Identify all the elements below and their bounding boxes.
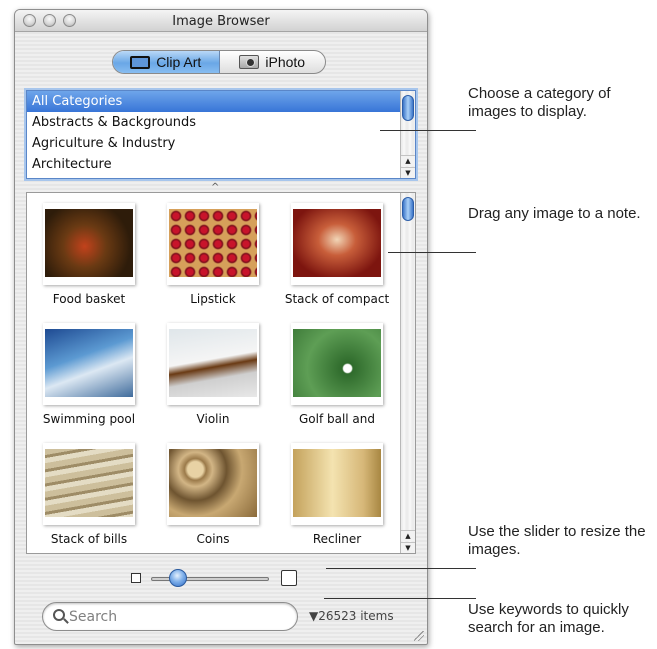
image-item-stack-of-compact[interactable]: Stack of compact	[275, 197, 399, 317]
image-browser-window: Image Browser Clip Art iPhoto All Catego…	[14, 9, 428, 645]
callout-slider: Use the slider to resize the images.	[468, 523, 646, 558]
large-size-icon	[281, 570, 297, 586]
category-item-abstracts[interactable]: Abstracts & Backgrounds	[27, 112, 415, 133]
callout-line	[326, 568, 476, 569]
image-caption: Swimming pool	[42, 412, 136, 426]
tab-clip-art-label: Clip Art	[156, 54, 202, 70]
image-grid-scroll-thumb[interactable]	[402, 197, 414, 221]
small-size-icon	[131, 573, 141, 583]
image-thumbnail[interactable]	[291, 203, 383, 285]
category-scroll-thumb[interactable]	[402, 95, 414, 121]
camera-icon	[239, 55, 260, 69]
image-item-stack-of-bills[interactable]: Stack of bills	[27, 437, 151, 557]
item-count[interactable]: ▼26523 items	[309, 609, 394, 623]
image-grid-scrollbar[interactable]: ▲ ▼	[400, 193, 415, 553]
image-thumbnail[interactable]	[43, 443, 135, 525]
image-caption: Food basket	[52, 292, 126, 306]
tab-clip-art[interactable]: Clip Art	[113, 51, 220, 73]
callout-line	[324, 598, 476, 599]
callout-line	[380, 130, 476, 131]
category-item-all[interactable]: All Categories	[27, 91, 415, 112]
category-scrollbar[interactable]: ▲ ▼	[400, 91, 415, 178]
source-segmented-control: Clip Art iPhoto	[112, 50, 326, 74]
image-thumbnail[interactable]	[291, 443, 383, 525]
image-caption: Stack of compact	[284, 292, 390, 306]
scroll-up-icon[interactable]: ▲	[401, 155, 415, 166]
image-size-slider[interactable]	[131, 569, 301, 589]
image-thumbnail[interactable]	[291, 323, 383, 405]
slider-knob[interactable]	[169, 569, 187, 587]
image-thumbnail[interactable]	[167, 443, 259, 525]
image-caption: Coins	[196, 532, 230, 546]
image-item-swimming-pool[interactable]: Swimming pool	[27, 317, 151, 437]
resize-grip-icon[interactable]	[414, 631, 424, 641]
window-title: Image Browser	[172, 14, 270, 29]
image-caption: Golf ball and	[298, 412, 376, 426]
image-caption: Stack of bills	[50, 532, 128, 546]
image-item-coins[interactable]: Coins	[151, 437, 275, 557]
image-grid: Food basket Lipstick Stack of compact Sw…	[26, 192, 416, 554]
scroll-down-icon[interactable]: ▼	[401, 167, 415, 178]
search-icon	[53, 609, 65, 621]
search-field[interactable]	[42, 602, 298, 631]
image-thumbnail[interactable]	[167, 323, 259, 405]
tab-iphoto[interactable]: iPhoto	[220, 51, 326, 73]
image-thumbnail[interactable]	[43, 203, 135, 285]
image-caption: Recliner	[312, 532, 362, 546]
callout-category: Choose a category of images to display.	[468, 85, 611, 120]
category-item-architecture[interactable]: Architecture	[27, 154, 415, 175]
category-list: All Categories Abstracts & Backgrounds A…	[26, 90, 416, 179]
image-thumbnail[interactable]	[167, 203, 259, 285]
image-item-violin[interactable]: Violin	[151, 317, 275, 437]
callout-line	[388, 252, 476, 253]
search-input[interactable]	[69, 606, 289, 628]
scroll-up-icon[interactable]: ▲	[401, 530, 415, 541]
image-thumbnail[interactable]	[43, 323, 135, 405]
image-caption: Violin	[196, 412, 230, 426]
image-caption: Lipstick	[190, 292, 236, 306]
title-bar[interactable]: Image Browser	[15, 10, 427, 32]
scroll-down-icon[interactable]: ▼	[401, 542, 415, 553]
tab-iphoto-label: iPhoto	[265, 54, 306, 70]
image-item-food-basket[interactable]: Food basket	[27, 197, 151, 317]
callout-search: Use keywords to quickly search for an im…	[468, 601, 629, 636]
callout-drag: Drag any image to a note.	[468, 205, 641, 222]
clipart-icon	[130, 55, 151, 69]
image-item-lipstick[interactable]: Lipstick	[151, 197, 275, 317]
image-item-recliner[interactable]: Recliner	[275, 437, 399, 557]
image-item-golf-ball[interactable]: Golf ball and	[275, 317, 399, 437]
category-item-agriculture[interactable]: Agriculture & Industry	[27, 133, 415, 154]
